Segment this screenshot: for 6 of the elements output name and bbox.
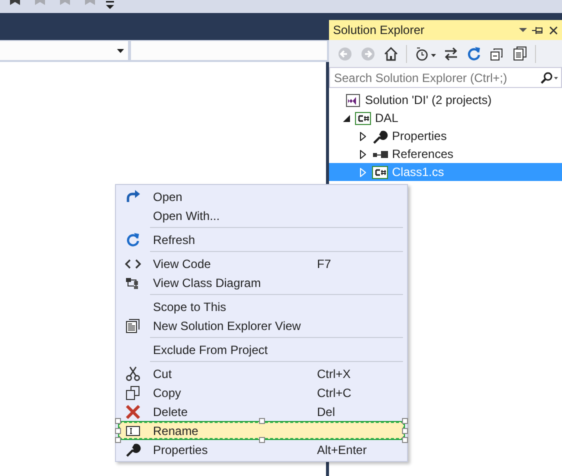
tree-label: Properties xyxy=(392,129,447,143)
tree-label: DAL xyxy=(375,111,398,125)
tree-label: Class1.cs xyxy=(392,165,444,179)
tree-label: References xyxy=(392,147,454,161)
panel-title: Solution Explorer xyxy=(333,23,426,37)
tree-label: Solution 'DI' (2 projects) xyxy=(365,93,492,107)
